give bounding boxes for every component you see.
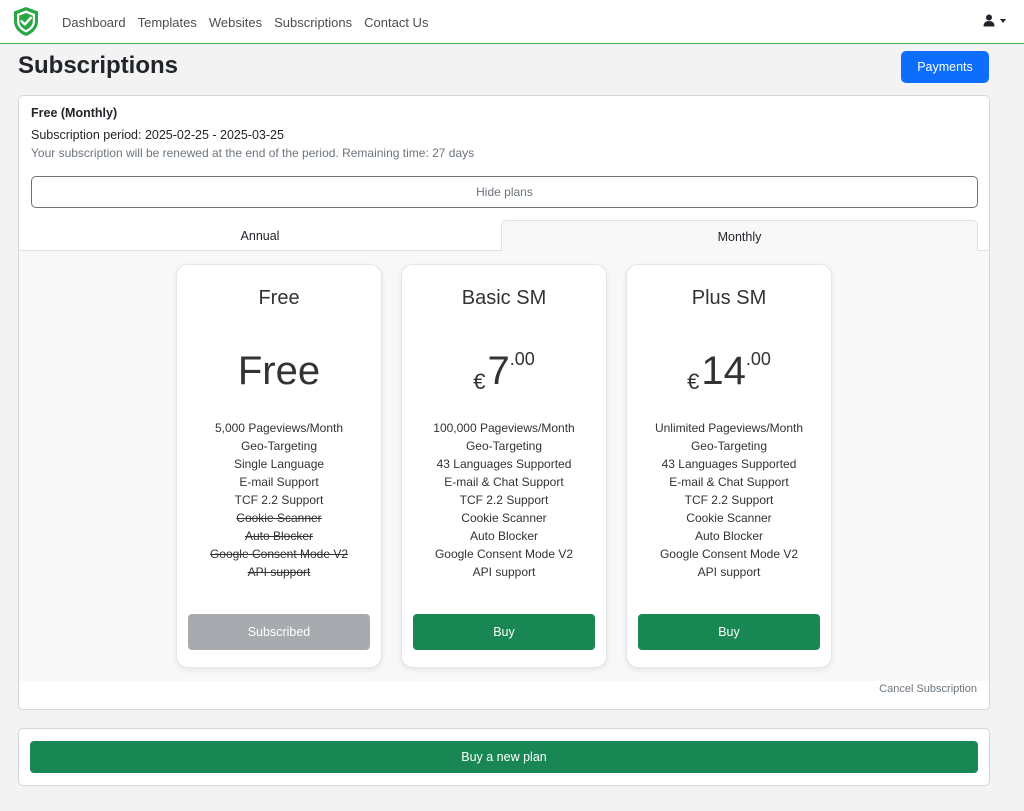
page-title: Subscriptions [18,52,179,79]
feature-item: E-mail Support [239,475,319,489]
feature-item: Cookie Scanner [461,511,547,525]
feature-item: TCF 2.2 Support [459,493,549,507]
feature-item: Single Language [233,457,325,471]
price-whole: 14 [701,349,746,393]
buy-new-plan-button[interactable]: Buy a new plan [30,741,978,773]
feature-item: E-mail & Chat Support [444,475,564,489]
feature-item: E-mail & Chat Support [669,475,789,489]
subscribed-button[interactable]: Subscribed [188,614,370,650]
feature-list: Unlimited Pageviews/Month Geo-Targeting … [627,419,831,581]
feature-item: API support [472,565,536,579]
cancel-subscription-link[interactable]: Cancel Subscription [879,683,977,695]
feature-item: Auto Blocker [469,529,539,543]
feature-item: Google Consent Mode V2 [659,547,799,561]
top-navbar: Dashboard Templates Websites Subscriptio… [0,0,1024,44]
feature-item: Google Consent Mode V2 [434,547,574,561]
feature-list: 5,000 Pageviews/Month Geo-Targeting Sing… [177,419,381,581]
feature-item: 43 Languages Supported [661,457,797,471]
plan-price: € 7 .00 [402,349,606,395]
nav-templates[interactable]: Templates [138,15,197,30]
chevron-down-icon [1000,18,1006,23]
feature-item-unavailable: Cookie Scanner [236,511,322,525]
price-whole: 7 [487,349,510,393]
currency-symbol: € [473,369,486,394]
feature-item: Geo-Targeting [690,439,768,453]
subscription-period: Subscription period: 2025-02-25 - 2025-0… [31,128,284,142]
plan-title: Free [258,287,300,309]
buy-basic-sm-button[interactable]: Buy [413,614,595,650]
plan-card-plus-sm: Plus SM € 14 .00 Unlimited Pageviews/Mon… [626,264,832,668]
feature-item-unavailable: API support [247,565,311,579]
payments-button[interactable]: Payments [901,51,989,83]
nav-dashboard[interactable]: Dashboard [62,15,126,30]
shield-check-icon[interactable] [12,6,40,37]
plan-card-free: Free Free 5,000 Pageviews/Month Geo-Targ… [176,264,382,668]
feature-item: TCF 2.2 Support [234,493,324,507]
feature-item: TCF 2.2 Support [684,493,774,507]
feature-item: 43 Languages Supported [436,457,572,471]
plans-area: Free Free 5,000 Pageviews/Month Geo-Targ… [19,251,989,681]
price-cents: .00 [745,349,771,369]
nav-websites[interactable]: Websites [209,15,262,30]
feature-item: Cookie Scanner [686,511,772,525]
feature-item: API support [697,565,761,579]
feature-item: Geo-Targeting [240,439,318,453]
plan-title: Basic SM [461,287,547,309]
feature-item: 5,000 Pageviews/Month [214,421,344,435]
currency-symbol: € [687,369,700,394]
feature-item: 100,000 Pageviews/Month [433,421,575,435]
feature-item-unavailable: Google Consent Mode V2 [209,547,349,561]
tab-annual[interactable]: Annual [19,220,501,251]
feature-item: Geo-Targeting [465,439,543,453]
subscription-card: Free (Monthly) Subscription period: 2025… [18,95,990,710]
user-icon [983,14,995,27]
billing-tabs: Annual Monthly [19,220,989,252]
price-cents: .00 [509,349,535,369]
plan-price: € 14 .00 [627,349,831,395]
plan-price: Free [177,349,381,394]
user-menu-dropdown[interactable] [983,14,1006,27]
plan-title: Plus SM [691,287,767,309]
plan-card-basic-sm: Basic SM € 7 .00 100,000 Pageviews/Month… [401,264,607,668]
hide-plans-button[interactable]: Hide plans [31,176,978,208]
nav-subscriptions[interactable]: Subscriptions [274,15,352,30]
buy-plus-sm-button[interactable]: Buy [638,614,820,650]
tab-monthly[interactable]: Monthly [501,220,978,252]
feature-item-unavailable: Auto Blocker [244,529,314,543]
feature-list: 100,000 Pageviews/Month Geo-Targeting 43… [402,419,606,581]
nav-contact-us[interactable]: Contact Us [364,15,428,30]
buy-new-plan-card: Buy a new plan [18,728,990,786]
feature-item: Unlimited Pageviews/Month [654,421,804,435]
current-plan-name: Free (Monthly) [31,106,118,120]
feature-item: Auto Blocker [694,529,764,543]
renewal-notice: Your subscription will be renewed at the… [31,146,475,160]
main-nav: Dashboard Templates Websites Subscriptio… [62,0,428,44]
price-text: Free [237,349,321,393]
